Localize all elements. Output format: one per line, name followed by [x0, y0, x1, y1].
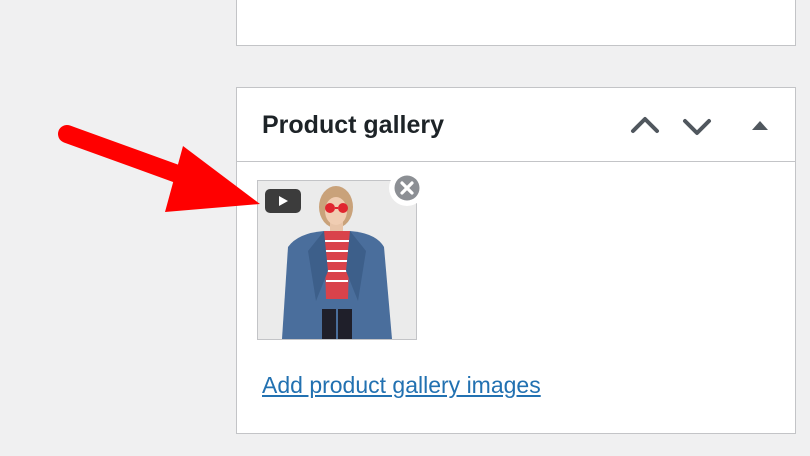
remove-image-button[interactable]	[389, 170, 425, 206]
toggle-panel-button[interactable]	[742, 108, 778, 144]
play-icon	[279, 196, 288, 206]
chevron-up-icon	[631, 117, 659, 133]
triangle-up-icon	[752, 121, 768, 130]
metabox-title: Product gallery	[262, 111, 444, 139]
move-up-button[interactable]	[627, 108, 663, 144]
product-gallery-metabox: Product gallery Add product gallery imag…	[236, 87, 796, 434]
previous-metabox	[236, 0, 796, 46]
metabox-header: Product gallery	[237, 88, 795, 162]
move-down-button[interactable]	[679, 108, 715, 144]
chevron-down-icon	[683, 119, 711, 135]
screen: Product gallery Add product gallery imag…	[0, 0, 810, 456]
close-circle-icon	[392, 173, 422, 203]
video-badge	[265, 189, 301, 213]
add-gallery-images-link[interactable]: Add product gallery images	[262, 371, 541, 399]
